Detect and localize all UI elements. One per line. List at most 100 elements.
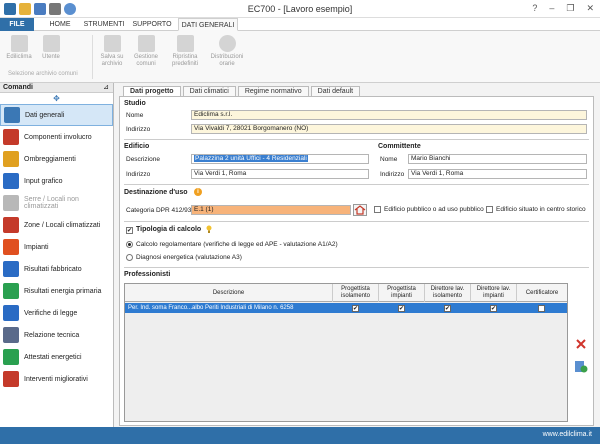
- law-checks-icon: [3, 305, 19, 321]
- sidebar-item-label: Risultati fabbricato: [24, 265, 82, 273]
- sidebar-item-componenti-involucro[interactable]: Componenti involucro: [0, 126, 113, 148]
- sidebar-item-zone-locali-climatizzati[interactable]: Zone / Locali climatizzati: [0, 214, 113, 236]
- centro-storico-checkbox[interactable]: [486, 206, 493, 213]
- studio-indirizzo-field[interactable]: Via Vivaldi 7, 28021 Borgomanero (NO): [191, 124, 587, 134]
- distribuzioni-orarie-button[interactable]: Distribuzioni orarie: [207, 35, 247, 68]
- tab-file[interactable]: FILE: [0, 18, 34, 31]
- municipalities-icon: [137, 35, 155, 52]
- sidebar-header: Comandi ⊿: [0, 83, 113, 93]
- close-button[interactable]: ✕: [586, 3, 594, 14]
- edificio-pubblico-checkbox[interactable]: [374, 206, 381, 213]
- edificio-descrizione-label: Descrizione: [126, 156, 160, 163]
- sidebar-item-label: Relazione tecnica: [24, 331, 80, 339]
- divider: [124, 184, 589, 185]
- commands-sidebar: Comandi ⊿ ✥ Dati generali Componenti invo…: [0, 83, 114, 427]
- lightbulb-icon: [206, 225, 212, 234]
- sidebar-item-relazione-tecnica[interactable]: Relazione tecnica: [0, 324, 113, 346]
- categoria-field[interactable]: E.1 (1): [191, 205, 351, 215]
- gestione-comuni-button[interactable]: Gestione comuni: [131, 35, 161, 68]
- calcolo-regolamentare-radio[interactable]: [126, 241, 133, 248]
- edificio-indirizzo-field[interactable]: Via Verdi 1, Roma: [191, 169, 369, 179]
- sidebar-item-attestati-energetici[interactable]: Attestati energetici: [0, 346, 113, 368]
- sidebar-item-verifiche-di-legge[interactable]: Verifiche di legge: [0, 302, 113, 324]
- graphic-input-icon: [3, 173, 19, 189]
- row-check-progettista-isolamento[interactable]: ✔: [352, 305, 359, 312]
- add-user-icon: [575, 361, 588, 373]
- window-title: EC700 - [Lavoro esempio]: [247, 4, 353, 14]
- sidebar-item-label: Dati generali: [25, 111, 65, 119]
- tipologia-checkbox[interactable]: ✔: [126, 227, 133, 234]
- categoria-picker-button[interactable]: [353, 204, 367, 216]
- diagnosi-energetica-label: Diagnosi energetica (valutazione A3): [136, 254, 242, 261]
- sidebar-item-label: Ombreggiamenti: [24, 155, 76, 163]
- pin-icon[interactable]: ⊿: [103, 83, 109, 93]
- plant-flame-icon: [3, 239, 19, 255]
- sidebar-item-label: Zone / Locali climatizzati: [24, 221, 101, 229]
- sidebar-item-serre-locali-non-climatizzati[interactable]: Serre / Locali non climatizzati: [0, 192, 113, 214]
- committente-nome-field[interactable]: Mario Bianchi: [408, 154, 587, 164]
- row-check-direttore-isolamento[interactable]: ✔: [444, 305, 451, 312]
- home-icon: [354, 205, 366, 215]
- studio-title: Studio: [124, 100, 146, 107]
- ediliclima-button[interactable]: Ediliclima: [4, 35, 34, 61]
- primary-energy-icon: [3, 283, 19, 299]
- row-check-progettista-impianti[interactable]: ✔: [398, 305, 405, 312]
- utente-button[interactable]: Utente: [36, 35, 66, 61]
- add-professional-button[interactable]: [574, 359, 588, 373]
- diagnosi-energetica-radio[interactable]: [126, 254, 133, 261]
- calcolo-regolamentare-label: Calcolo regolamentare (verifiche di legg…: [136, 241, 338, 248]
- delete-row-button[interactable]: [574, 337, 588, 351]
- tab-dati-generali[interactable]: DATI GENERALI: [178, 18, 238, 31]
- col-direttore-impianti[interactable]: Direttore lav. impianti: [471, 284, 517, 302]
- main-area: Dati progetto Dati climatici Regime norm…: [115, 83, 600, 427]
- energy-certificate-icon: [3, 349, 19, 365]
- committente-indirizzo-field[interactable]: Via Verdi 1, Roma: [408, 169, 587, 179]
- delete-icon: [576, 339, 586, 349]
- sidebar-item-label: Serre / Locali non climatizzati: [24, 196, 79, 210]
- sidebar-item-dati-generali[interactable]: Dati generali: [0, 104, 113, 126]
- move-icon[interactable]: ✥: [0, 93, 113, 104]
- tab-home[interactable]: HOME: [40, 18, 80, 31]
- row-check-certificatore[interactable]: [538, 305, 545, 312]
- sidebar-item-risultati-energia-primaria[interactable]: Risultati energia primaria: [0, 280, 113, 302]
- sidebar-item-impianti[interactable]: Impianti: [0, 236, 113, 258]
- info-icon[interactable]: i: [194, 188, 202, 196]
- sidebar-item-interventi-migliorativi[interactable]: Interventi migliorativi: [0, 368, 113, 390]
- ribbon-group-label: Selezione archivio comuni: [8, 71, 78, 77]
- website-link[interactable]: www.edilclima.it: [543, 431, 592, 438]
- sidebar-item-input-grafico[interactable]: Input grafico: [0, 170, 113, 192]
- row-check-direttore-impianti[interactable]: ✔: [490, 305, 497, 312]
- help-button[interactable]: ?: [532, 3, 537, 14]
- destinazione-title: Destinazione d'uso: [124, 189, 188, 196]
- col-descrizione[interactable]: Descrizione: [125, 284, 333, 302]
- edificio-descrizione-field[interactable]: Palazzina 2 unità Uffici - 4 Residenzial…: [191, 154, 369, 164]
- ripristina-predefiniti-button[interactable]: Ripristina predefiniti: [167, 35, 203, 68]
- sidebar-item-label: Input grafico: [24, 177, 63, 185]
- centro-storico-label: Edificio situato in centro storico: [496, 206, 586, 213]
- sidebar-item-ombreggiamenti[interactable]: Ombreggiamenti: [0, 148, 113, 170]
- clock-icon: [218, 35, 236, 52]
- sidebar-item-risultati-fabbricato[interactable]: Risultati fabbricato: [0, 258, 113, 280]
- grid-header: Descrizione Progettista isolamento Proge…: [125, 284, 567, 302]
- window-controls: ? – ❐ ✕: [532, 3, 594, 14]
- maximize-button[interactable]: ❐: [566, 3, 574, 14]
- improvements-icon: [3, 371, 19, 387]
- table-row[interactable]: Per. Ind. soma Franco...albo Periti Indu…: [125, 303, 567, 313]
- sidebar-item-label: Attestati energetici: [24, 353, 82, 361]
- user-archive-icon: [42, 35, 60, 52]
- salva-archivio-button[interactable]: Salva su archivio: [97, 35, 127, 68]
- col-certificatore[interactable]: Certificatore: [517, 284, 567, 302]
- studio-nome-field[interactable]: Ediclima s.r.l.: [191, 110, 587, 120]
- professionisti-title: Professionisti: [124, 271, 171, 278]
- categoria-label: Categoria DPR 412/93: [126, 207, 192, 214]
- col-progettista-isolamento[interactable]: Progettista isolamento: [333, 284, 379, 302]
- minimize-button[interactable]: –: [549, 3, 554, 14]
- save-archive-icon: [103, 35, 121, 52]
- col-progettista-impianti[interactable]: Progettista impianti: [379, 284, 425, 302]
- ribbon-tabs: FILE HOME STRUMENTI SUPPORTO DATI GENERA…: [0, 18, 600, 31]
- col-direttore-isolamento[interactable]: Direttore lav. isolamento: [425, 284, 471, 302]
- tab-supporto[interactable]: SUPPORTO: [130, 18, 174, 31]
- committente-nome-label: Nome: [380, 156, 398, 163]
- archive-icon: [10, 35, 28, 52]
- tab-strumenti[interactable]: STRUMENTI: [82, 18, 126, 31]
